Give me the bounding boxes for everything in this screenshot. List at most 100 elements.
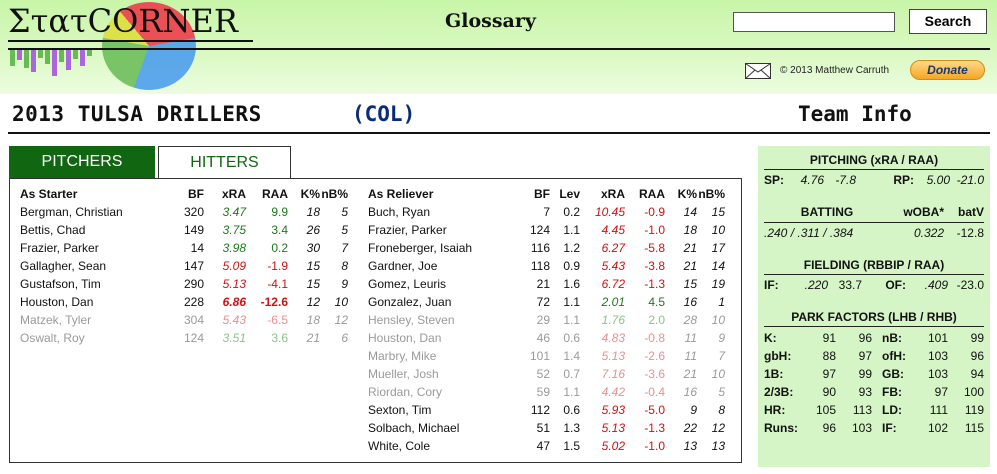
player-link[interactable]: White, Cole — [368, 437, 512, 455]
donate-button[interactable]: Donate — [910, 60, 985, 80]
raa-cell: -1.0 — [644, 439, 665, 453]
glossary-link[interactable]: Glossary — [445, 10, 536, 32]
pf-lhb: 88 — [822, 349, 836, 363]
xra-cell: 1.76 — [601, 313, 625, 327]
table-row: Riordan, Cory 59 1.1 4.42 -0.4 16 5 — [368, 383, 725, 401]
raa-cell: 4.5 — [648, 295, 665, 309]
header-banner: ΣτατCORNER Glossary Search © 2013 Matthe… — [0, 0, 997, 94]
sp-raa: -7.8 — [835, 173, 856, 187]
player-link[interactable]: Gonzalez, Juan — [368, 293, 512, 311]
col-header[interactable]: K% — [288, 185, 320, 203]
pitchers-panel: As Starter BF xRA RAA K% nB% Bergman, Ch… — [9, 178, 742, 463]
k-pct-cell: 21 — [683, 259, 697, 273]
lev-cell: 1.5 — [563, 439, 580, 453]
search-input[interactable] — [733, 12, 895, 32]
team-info-heading: Team Info — [798, 102, 912, 126]
pf-lhb: 96 — [822, 421, 836, 435]
park-factor-row: 1B: 97 99 GB: 103 94 — [764, 365, 984, 383]
bf-cell: 101 — [529, 349, 550, 363]
table-row: Marbry, Mike 101 1.4 5.13 -2.6 11 7 — [368, 347, 725, 365]
bf-cell: 124 — [183, 331, 204, 345]
pf-rhb: 96 — [970, 349, 984, 363]
team-abbr-link[interactable]: (COL) — [352, 102, 415, 126]
batting-row: .240 / .311 / .384 0.322 -12.8 — [764, 225, 984, 242]
xra-cell: 6.86 — [222, 295, 246, 309]
player-link[interactable]: Houston, Dan — [20, 293, 168, 311]
bf-cell: 7 — [543, 205, 550, 219]
col-header[interactable]: RAA — [625, 185, 665, 203]
bf-cell: 290 — [183, 277, 204, 291]
col-header[interactable]: BF — [168, 185, 204, 203]
pf-lhb: 90 — [822, 385, 836, 399]
player-link[interactable]: Bergman, Christian — [20, 203, 168, 221]
player-link[interactable]: Gomez, Leuris — [368, 275, 512, 293]
bf-cell: 147 — [183, 259, 204, 273]
player-link[interactable]: Gallagher, Sean — [20, 257, 168, 275]
player-link[interactable]: Solbach, Michael — [368, 419, 512, 437]
col-header[interactable]: As Reliever — [368, 185, 512, 203]
k-pct-cell: 26 — [306, 223, 320, 237]
nb-pct-cell: 5 — [718, 385, 725, 399]
player-link[interactable]: Sexton, Tim — [368, 401, 512, 419]
player-link[interactable]: Froneberger, Isaiah — [368, 239, 512, 257]
player-link[interactable]: Buch, Ryan — [368, 203, 512, 221]
col-header[interactable]: xRA — [580, 185, 625, 203]
k-pct-cell: 13 — [683, 439, 697, 453]
bf-cell: 116 — [530, 241, 550, 255]
player-link[interactable]: Frazier, Parker — [20, 239, 168, 257]
player-link[interactable]: Hensley, Steven — [368, 311, 512, 329]
mail-icon[interactable] — [745, 63, 771, 79]
col-header[interactable]: As Starter — [20, 185, 168, 203]
raa-cell: -0.9 — [644, 205, 665, 219]
player-link[interactable]: Bettis, Chad — [20, 221, 168, 239]
tab-hitters[interactable]: HITTERS — [158, 146, 291, 178]
bf-cell: 52 — [536, 367, 550, 381]
col-header[interactable]: nB% — [697, 185, 725, 203]
col-header[interactable]: xRA — [204, 185, 246, 203]
search-button[interactable]: Search — [909, 9, 987, 34]
xra-cell: 5.02 — [601, 439, 625, 453]
player-link[interactable]: Mueller, Josh — [368, 365, 512, 383]
k-pct-cell: 21 — [683, 241, 697, 255]
xra-cell: 4.45 — [601, 223, 625, 237]
park-factor-row: HR: 105 113 LD: 111 119 — [764, 401, 984, 419]
col-header[interactable]: K% — [665, 185, 697, 203]
player-link[interactable]: Matzek, Tyler — [20, 311, 168, 329]
player-link[interactable]: Houston, Dan — [368, 329, 512, 347]
park-factor-row: Runs: 96 103 IF: 102 115 — [764, 419, 984, 437]
page-title: 2013 TULSA DRILLERS — [12, 102, 262, 126]
col-header[interactable]: nB% — [320, 185, 348, 203]
col-header[interactable]: RAA — [246, 185, 288, 203]
nb-pct-cell: 10 — [711, 223, 725, 237]
bf-cell: 46 — [536, 331, 550, 345]
nb-pct-cell: 9 — [718, 331, 725, 345]
pf-rhb: 103 — [851, 421, 872, 435]
nb-pct-cell: 14 — [711, 259, 725, 273]
k-pct-cell: 21 — [683, 367, 697, 381]
lev-cell: 0.6 — [563, 403, 580, 417]
player-link[interactable]: Gardner, Joe — [368, 257, 512, 275]
player-link[interactable]: Oswalt, Roy — [20, 329, 168, 347]
site-logo[interactable]: ΣτατCORNER — [8, 2, 238, 40]
tab-pitchers[interactable]: PITCHERS — [9, 146, 155, 178]
table-row: White, Cole 47 1.5 5.02 -1.0 13 13 — [368, 437, 725, 455]
player-link[interactable]: Marbry, Mike — [368, 347, 512, 365]
pf-label: GB: — [882, 367, 904, 381]
player-link[interactable]: Gustafson, Tim — [20, 275, 168, 293]
k-pct-cell: 30 — [306, 241, 320, 255]
xra-cell: 5.43 — [601, 259, 625, 273]
player-link[interactable]: Frazier, Parker — [368, 221, 512, 239]
sp-xra: 4.76 — [800, 173, 824, 187]
xra-cell: 7.16 — [601, 367, 625, 381]
table-row: Hensley, Steven 29 1.1 1.76 2.0 28 10 — [368, 311, 725, 329]
pf-label: 2/3B: — [764, 385, 794, 399]
k-pct-cell: 18 — [683, 223, 697, 237]
table-row: Bergman, Christian 320 3.47 9.9 18 5 — [20, 203, 348, 221]
if-raa: 33.7 — [838, 278, 862, 292]
bf-cell: 118 — [530, 259, 550, 273]
col-header[interactable]: Lev — [550, 185, 580, 203]
player-link[interactable]: Riordan, Cory — [368, 383, 512, 401]
table-row: Houston, Dan 228 6.86 -12.6 12 10 — [20, 293, 348, 311]
col-header[interactable]: BF — [512, 185, 550, 203]
k-pct-cell: 15 — [306, 277, 320, 291]
